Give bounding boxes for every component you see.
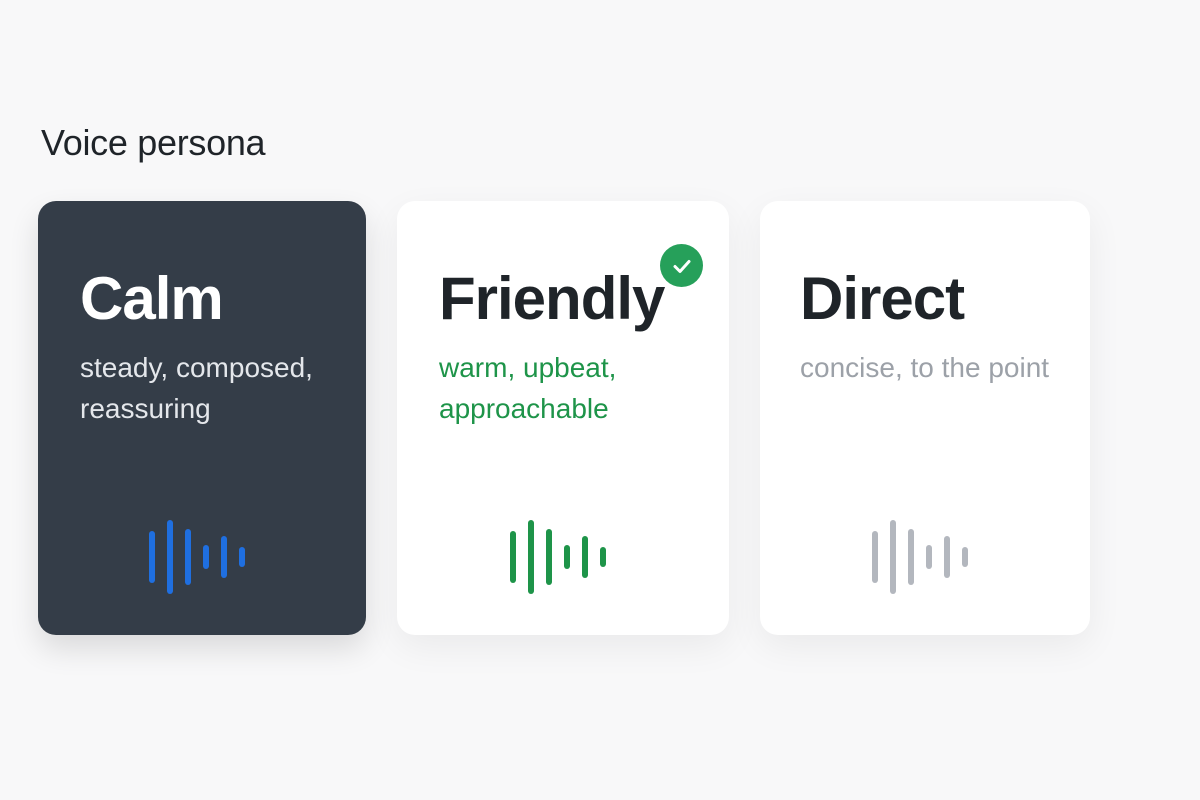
persona-card-direct[interactable]: Direct concise, to the point [760, 201, 1090, 635]
selected-check-icon [660, 244, 703, 287]
persona-description: warm, upbeat, approachable [439, 352, 617, 424]
persona-card-friendly[interactable]: Friendly warm, upbeat, approachable [397, 201, 729, 635]
persona-name: Friendly [439, 265, 665, 332]
persona-name: Direct [800, 265, 965, 332]
section-title: Voice persona [41, 122, 266, 163]
waveform-icon [38, 519, 366, 595]
waveform-icon [397, 519, 729, 595]
persona-description: steady, composed, reassuring [80, 352, 313, 424]
waveform-icon [760, 519, 1090, 595]
voice-persona-page: Voice persona Calm steady, composed, rea… [0, 0, 1200, 800]
persona-card-calm[interactable]: Calm steady, composed, reassuring [38, 201, 366, 635]
persona-name: Calm [80, 265, 224, 332]
persona-description: concise, to the point [800, 352, 1050, 383]
